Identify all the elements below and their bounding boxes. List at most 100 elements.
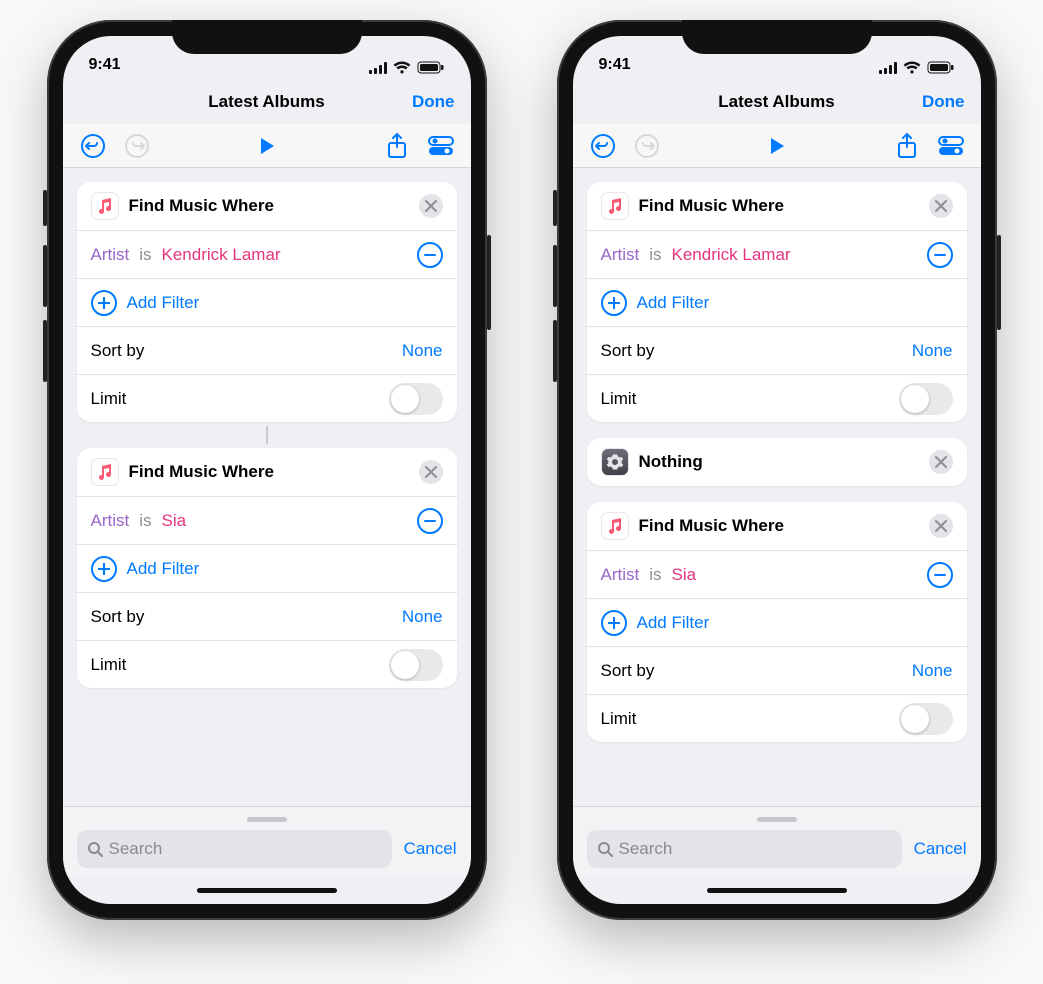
filter-operator[interactable]: is <box>649 565 661 585</box>
home-indicator[interactable] <box>63 876 471 904</box>
action-connector <box>77 426 457 444</box>
gear-icon <box>601 448 629 476</box>
filter-field[interactable]: Artist <box>91 245 130 265</box>
filter-value[interactable]: Sia <box>672 565 697 585</box>
remove-filter-button[interactable] <box>927 562 953 588</box>
sort-by-value[interactable]: None <box>402 341 443 361</box>
action-card[interactable]: Find Music Where Artist is Kendrick Lama… <box>587 182 967 422</box>
page-title: Latest Albums <box>208 92 325 112</box>
action-title: Find Music Where <box>639 196 784 216</box>
cancel-button[interactable]: Cancel <box>914 839 967 859</box>
search-placeholder: Search <box>109 839 163 859</box>
action-title: Find Music Where <box>639 516 784 536</box>
filter-value[interactable]: Sia <box>162 511 187 531</box>
editor-toolbar <box>63 124 471 168</box>
iphone-frame-left: 9:41 Latest Albums Done <box>47 20 487 920</box>
filter-value[interactable]: Kendrick Lamar <box>162 245 281 265</box>
done-button[interactable]: Done <box>412 92 455 112</box>
redo-button <box>119 128 155 164</box>
search-icon <box>87 841 103 857</box>
nav-bar: Latest Albums Done <box>63 80 471 124</box>
limit-label: Limit <box>601 709 889 729</box>
remove-action-button[interactable] <box>929 514 953 538</box>
redo-button <box>629 128 665 164</box>
sort-by-value[interactable]: None <box>912 341 953 361</box>
filter-operator[interactable]: is <box>139 245 151 265</box>
actions-list[interactable]: Find Music Where Artist is Kendrick Lama… <box>573 168 981 806</box>
sort-by-label: Sort by <box>91 341 392 361</box>
add-filter-button[interactable]: Add Filter <box>637 293 710 313</box>
filter-operator[interactable]: is <box>139 511 151 531</box>
home-indicator[interactable] <box>573 876 981 904</box>
limit-toggle[interactable] <box>389 383 443 415</box>
nothing-action-card[interactable]: Nothing <box>587 438 967 486</box>
undo-button[interactable] <box>585 128 621 164</box>
filter-operator[interactable]: is <box>649 245 661 265</box>
remove-filter-button[interactable] <box>927 242 953 268</box>
sort-by-label: Sort by <box>601 661 902 681</box>
action-title: Nothing <box>639 452 703 472</box>
limit-label: Limit <box>601 389 889 409</box>
nav-bar: Latest Albums Done <box>573 80 981 124</box>
add-filter-button[interactable]: Add Filter <box>637 613 710 633</box>
share-button[interactable] <box>379 128 415 164</box>
remove-action-button[interactable] <box>929 194 953 218</box>
run-button[interactable] <box>759 128 795 164</box>
limit-toggle[interactable] <box>899 703 953 735</box>
sort-by-value[interactable]: None <box>912 661 953 681</box>
action-card[interactable]: Find Music Where Artist is Sia <box>587 502 967 742</box>
iphone-frame-right: 9:41 Latest Albums Done <box>557 20 997 920</box>
sort-by-label: Sort by <box>601 341 902 361</box>
add-filter-button[interactable]: Add Filter <box>127 293 200 313</box>
remove-filter-button[interactable] <box>417 242 443 268</box>
music-app-icon <box>601 512 629 540</box>
share-button[interactable] <box>889 128 925 164</box>
filter-field[interactable]: Artist <box>601 245 640 265</box>
add-filter-icon[interactable] <box>91 290 117 316</box>
add-filter-icon[interactable] <box>91 556 117 582</box>
drag-handle[interactable] <box>757 817 797 822</box>
add-filter-icon[interactable] <box>601 610 627 636</box>
remove-filter-button[interactable] <box>417 508 443 534</box>
search-panel: Search Cancel <box>63 806 471 876</box>
wifi-icon <box>393 61 411 74</box>
action-card[interactable]: Find Music Where Artist is Sia <box>77 448 457 688</box>
action-card[interactable]: Find Music Where Artist is Kendrick Lama… <box>77 182 457 422</box>
status-bar: 9:41 <box>573 36 981 80</box>
settings-toggle-button[interactable] <box>423 128 459 164</box>
action-title: Find Music Where <box>129 462 274 482</box>
search-input[interactable]: Search <box>587 830 902 868</box>
filter-field[interactable]: Artist <box>91 511 130 531</box>
undo-button[interactable] <box>75 128 111 164</box>
search-input[interactable]: Search <box>77 830 392 868</box>
add-filter-button[interactable]: Add Filter <box>127 559 200 579</box>
filter-value[interactable]: Kendrick Lamar <box>672 245 791 265</box>
status-bar: 9:41 <box>63 36 471 80</box>
limit-label: Limit <box>91 389 379 409</box>
filter-field[interactable]: Artist <box>601 565 640 585</box>
music-app-icon <box>601 192 629 220</box>
settings-toggle-button[interactable] <box>933 128 969 164</box>
actions-list[interactable]: Find Music Where Artist is Kendrick Lama… <box>63 168 471 806</box>
battery-icon <box>417 61 445 74</box>
status-time: 9:41 <box>599 56 659 74</box>
limit-toggle[interactable] <box>899 383 953 415</box>
cancel-button[interactable]: Cancel <box>404 839 457 859</box>
limit-toggle[interactable] <box>389 649 443 681</box>
run-button[interactable] <box>249 128 285 164</box>
done-button[interactable]: Done <box>922 92 965 112</box>
cellular-icon <box>879 62 897 74</box>
music-app-icon <box>91 458 119 486</box>
sort-by-label: Sort by <box>91 607 392 627</box>
page-title: Latest Albums <box>718 92 835 112</box>
remove-action-button[interactable] <box>419 194 443 218</box>
drag-handle[interactable] <box>247 817 287 822</box>
search-icon <box>597 841 613 857</box>
sort-by-value[interactable]: None <box>402 607 443 627</box>
music-app-icon <box>91 192 119 220</box>
action-title: Find Music Where <box>129 196 274 216</box>
remove-action-button[interactable] <box>929 450 953 474</box>
remove-action-button[interactable] <box>419 460 443 484</box>
status-time: 9:41 <box>89 56 149 74</box>
add-filter-icon[interactable] <box>601 290 627 316</box>
